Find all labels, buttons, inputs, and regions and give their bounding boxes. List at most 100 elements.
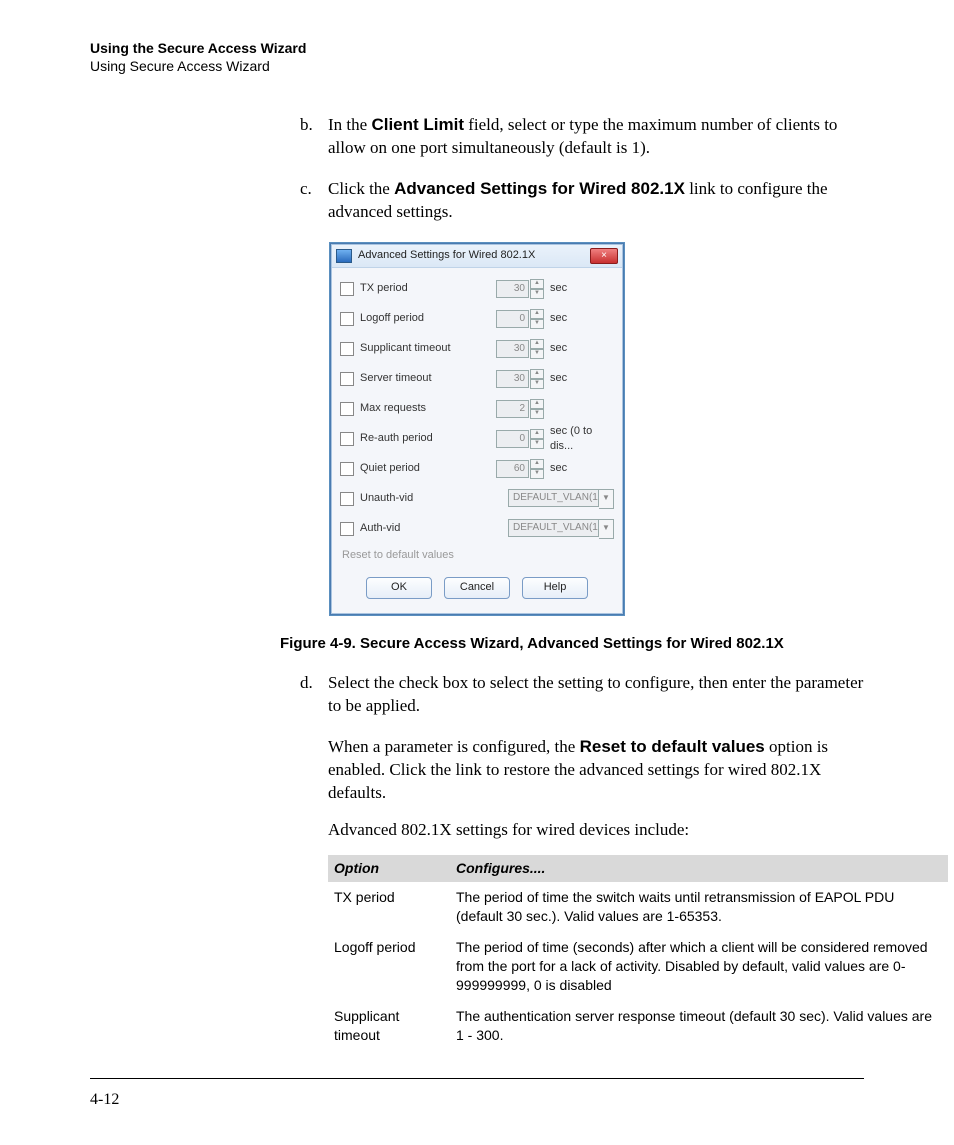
spinner-logoff-period[interactable]: 0 ▲▼: [496, 309, 544, 329]
step-b: b. In the Client Limit field, select or …: [300, 114, 864, 160]
spinner-value: 0: [496, 430, 529, 448]
spinner-up-icon[interactable]: ▲: [530, 459, 544, 469]
figure-dialog: Advanced Settings for Wired 802.1X × TX …: [90, 242, 864, 616]
list-marker: d.: [300, 672, 328, 718]
label-unauth-vid: Unauth-vid: [360, 491, 508, 506]
page-header: Using the Secure Access Wizard Using Sec…: [90, 40, 864, 74]
step-c-pre: Click the: [328, 179, 394, 198]
unit-label: sec: [550, 341, 614, 356]
checkbox-auth-vid[interactable]: [340, 522, 354, 536]
spinner-down-icon[interactable]: ▼: [530, 439, 544, 449]
spinner-value: 30: [496, 280, 529, 298]
row-reauth-period: Re-auth period 0 ▲▼ sec (0 to dis...: [340, 424, 614, 454]
table-row: Supplicant timeout The authentication se…: [328, 1001, 948, 1051]
spinner-down-icon[interactable]: ▼: [530, 379, 544, 389]
label-auth-vid: Auth-vid: [360, 521, 508, 536]
label-logoff-period: Logoff period: [360, 311, 496, 326]
chevron-down-icon[interactable]: ▼: [599, 519, 614, 539]
header-title: Using the Secure Access Wizard: [90, 40, 864, 56]
cell-option: Logoff period: [328, 932, 450, 1001]
step-c: c. Click the Advanced Settings for Wired…: [300, 178, 864, 224]
row-quiet-period: Quiet period 60 ▲▼ sec: [340, 454, 614, 484]
step-d: d. Select the check box to select the se…: [300, 672, 864, 718]
spinner-quiet-period[interactable]: 60 ▲▼: [496, 459, 544, 479]
spinner-supplicant-timeout[interactable]: 30 ▲▼: [496, 339, 544, 359]
close-button[interactable]: ×: [590, 248, 618, 264]
cell-option: TX period: [328, 882, 450, 932]
monitor-icon: [336, 249, 352, 263]
unit-label: sec: [550, 311, 614, 326]
step-b-bold: Client Limit: [371, 115, 464, 134]
page-number: 4-12: [90, 1091, 119, 1109]
label-server-timeout: Server timeout: [360, 371, 496, 386]
unit-label: sec: [550, 371, 614, 386]
row-server-timeout: Server timeout 30 ▲▼ sec: [340, 364, 614, 394]
row-unauth-vid: Unauth-vid DEFAULT_VLAN(1) ▼: [340, 484, 614, 514]
col-configures: Configures....: [450, 855, 948, 882]
row-max-requests: Max requests 2 ▲▼: [340, 394, 614, 424]
row-tx-period: TX period 30 ▲▼ sec: [340, 274, 614, 304]
checkbox-quiet-period[interactable]: [340, 462, 354, 476]
spinner-up-icon[interactable]: ▲: [530, 309, 544, 319]
cell-desc: The authentication server response timeo…: [450, 1001, 948, 1051]
list-marker: c.: [300, 178, 328, 224]
checkbox-logoff-period[interactable]: [340, 312, 354, 326]
dropdown-value: DEFAULT_VLAN(1): [508, 489, 599, 507]
spinner-server-timeout[interactable]: 30 ▲▼: [496, 369, 544, 389]
spinner-down-icon[interactable]: ▼: [530, 409, 544, 419]
checkbox-tx-period[interactable]: [340, 282, 354, 296]
checkbox-server-timeout[interactable]: [340, 372, 354, 386]
label-tx-period: TX period: [360, 281, 496, 296]
cell-desc: The period of time (seconds) after which…: [450, 932, 948, 1001]
label-max-requests: Max requests: [360, 401, 496, 416]
table-intro: Advanced 802.1X settings for wired devic…: [328, 819, 864, 842]
chevron-down-icon[interactable]: ▼: [599, 489, 614, 509]
label-reauth-period: Re-auth period: [360, 431, 496, 446]
checkbox-reauth-period[interactable]: [340, 432, 354, 446]
cancel-button[interactable]: Cancel: [444, 577, 510, 599]
unit-label: sec (0 to dis...: [550, 424, 614, 454]
spinner-reauth-period[interactable]: 0 ▲▼: [496, 429, 544, 449]
ok-button[interactable]: OK: [366, 577, 432, 599]
spinner-up-icon[interactable]: ▲: [530, 339, 544, 349]
spinner-value: 30: [496, 340, 529, 358]
table-row: TX period The period of time the switch …: [328, 882, 948, 932]
spinner-down-icon[interactable]: ▼: [530, 469, 544, 479]
spinner-max-requests[interactable]: 2 ▲▼: [496, 399, 544, 419]
spinner-down-icon[interactable]: ▼: [530, 319, 544, 329]
spinner-value: 60: [496, 460, 529, 478]
dropdown-unauth-vid[interactable]: DEFAULT_VLAN(1) ▼: [508, 489, 614, 509]
unit-label: sec: [550, 281, 614, 296]
spinner-up-icon[interactable]: ▲: [530, 279, 544, 289]
table-row: Logoff period The period of time (second…: [328, 932, 948, 1001]
spinner-value: 30: [496, 370, 529, 388]
row-logoff-period: Logoff period 0 ▲▼ sec: [340, 304, 614, 334]
help-button[interactable]: Help: [522, 577, 588, 599]
options-table: Option Configures.... TX period The peri…: [328, 855, 948, 1050]
label-supplicant-timeout: Supplicant timeout: [360, 341, 496, 356]
figure-caption: Figure 4-9. Secure Access Wizard, Advanc…: [280, 634, 864, 654]
label-quiet-period: Quiet period: [360, 461, 496, 476]
header-subtitle: Using Secure Access Wizard: [90, 58, 864, 74]
spinner-tx-period[interactable]: 30 ▲▼: [496, 279, 544, 299]
spinner-up-icon[interactable]: ▲: [530, 429, 544, 439]
spinner-down-icon[interactable]: ▼: [530, 289, 544, 299]
reset-pre: When a parameter is configured, the: [328, 737, 580, 756]
spinner-down-icon[interactable]: ▼: [530, 349, 544, 359]
step-b-pre: In the: [328, 115, 371, 134]
list-marker: b.: [300, 114, 328, 160]
spinner-up-icon[interactable]: ▲: [530, 369, 544, 379]
checkbox-max-requests[interactable]: [340, 402, 354, 416]
dropdown-value: DEFAULT_VLAN(1): [508, 519, 599, 537]
step-c-bold: Advanced Settings for Wired 802.1X: [394, 179, 685, 198]
reset-default-link[interactable]: Reset to default values: [340, 544, 614, 571]
unit-label: sec: [550, 461, 614, 476]
spinner-value: 0: [496, 310, 529, 328]
spinner-value: 2: [496, 400, 529, 418]
spinner-up-icon[interactable]: ▲: [530, 399, 544, 409]
step-d-text: Select the check box to select the setti…: [328, 672, 864, 718]
dropdown-auth-vid[interactable]: DEFAULT_VLAN(1) ▼: [508, 519, 614, 539]
checkbox-unauth-vid[interactable]: [340, 492, 354, 506]
checkbox-supplicant-timeout[interactable]: [340, 342, 354, 356]
cell-desc: The period of time the switch waits unti…: [450, 882, 948, 932]
